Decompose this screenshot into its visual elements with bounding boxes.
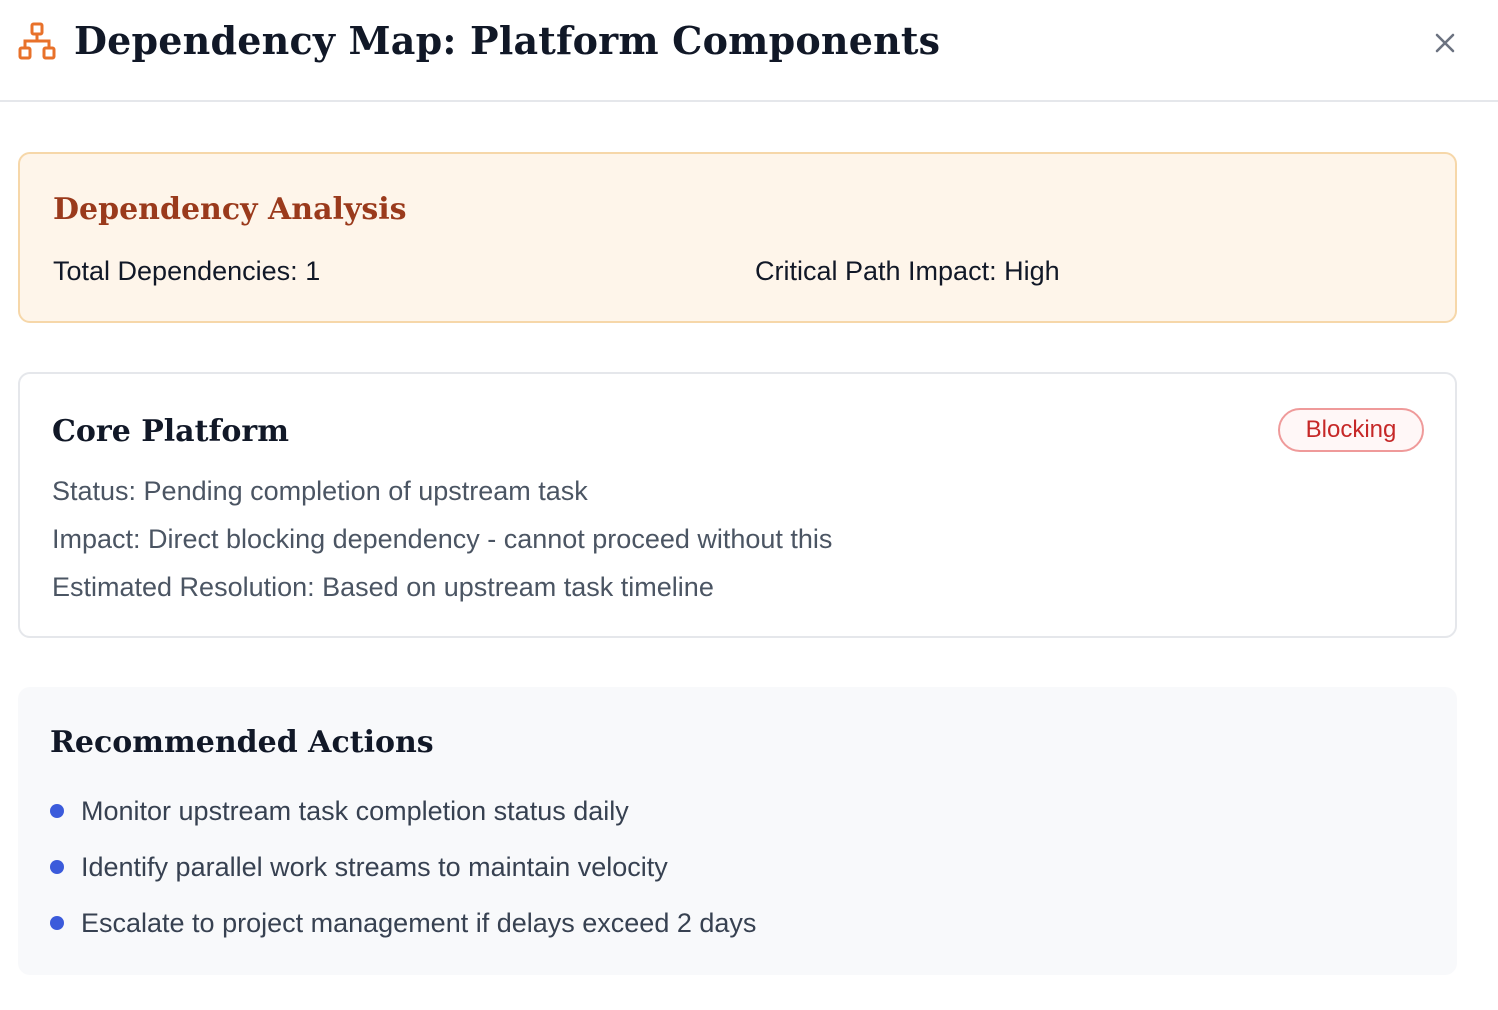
total-dependencies-label: Total Dependencies: — [53, 256, 298, 286]
dependency-card: Core Platform Blocking Status: Pending c… — [18, 372, 1457, 638]
dependency-resolution: Estimated Resolution: Based on upstream … — [52, 572, 714, 602]
critical-path-impact: Critical Path Impact: High — [755, 254, 1060, 288]
dependency-status: Status: Pending completion of upstream t… — [52, 476, 588, 506]
action-text: Escalate to project management if delays… — [81, 908, 757, 938]
list-item: Identify parallel work streams to mainta… — [50, 849, 668, 885]
total-dependencies-value: 1 — [305, 256, 321, 286]
action-text: Identify parallel work streams to mainta… — [81, 852, 668, 882]
action-text: Monitor upstream task completion status … — [81, 796, 629, 826]
close-icon[interactable] — [1434, 32, 1456, 59]
recommended-actions-panel: Recommended Actions Monitor upstream tas… — [18, 687, 1457, 975]
analysis-title: Dependency Analysis — [53, 192, 407, 227]
bullet-icon — [50, 860, 64, 874]
close-button[interactable] — [1428, 28, 1462, 62]
bullet-icon — [50, 804, 64, 818]
dependency-impact: Impact: Direct blocking dependency - can… — [52, 524, 833, 554]
list-item: Monitor upstream task completion status … — [50, 793, 629, 829]
actions-title: Recommended Actions — [50, 725, 434, 760]
dialog-header: Dependency Map: Platform Components — [0, 0, 1498, 102]
dependency-analysis-panel: Dependency Analysis Total Dependencies: … — [18, 152, 1457, 323]
sitemap-icon — [18, 22, 56, 60]
bullet-icon — [50, 916, 64, 930]
dependency-name: Core Platform — [52, 414, 289, 449]
critical-path-impact-value: High — [1004, 256, 1060, 286]
list-item: Escalate to project management if delays… — [50, 905, 756, 941]
total-dependencies: Total Dependencies: 1 — [53, 254, 320, 288]
status-badge: Blocking — [1278, 408, 1424, 452]
dialog-title: Dependency Map: Platform Components — [74, 18, 941, 63]
critical-path-impact-label: Critical Path Impact: — [755, 256, 997, 286]
